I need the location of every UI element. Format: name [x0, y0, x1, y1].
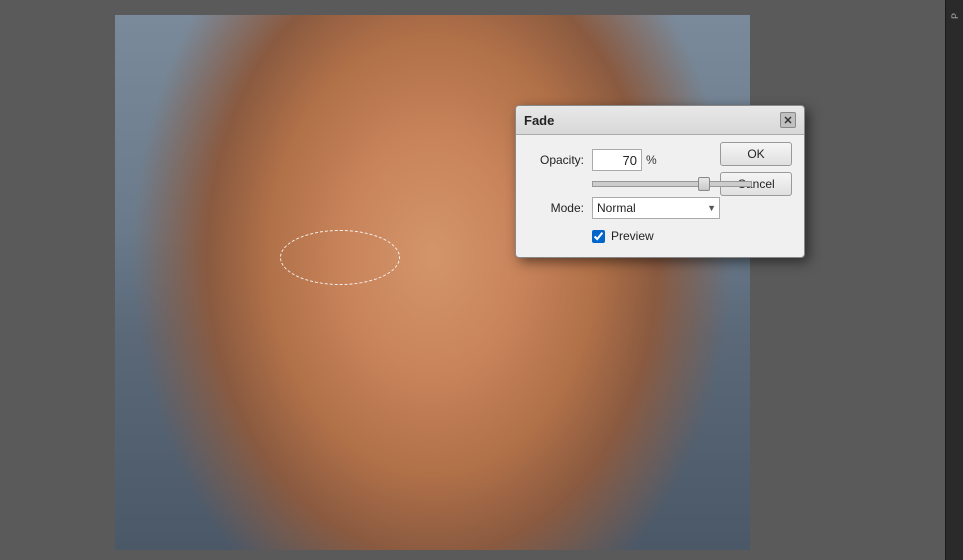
- dialog-title: Fade: [524, 113, 554, 128]
- preview-checkbox[interactable]: [592, 230, 605, 243]
- close-button[interactable]: ✕: [780, 112, 796, 128]
- photo-canvas: [115, 15, 750, 550]
- preview-row: Preview: [532, 229, 788, 243]
- slider-row: [532, 181, 788, 187]
- selection-marquee: [280, 230, 400, 285]
- dialog-titlebar[interactable]: Fade ✕: [516, 106, 804, 135]
- mode-select-wrap: Normal Dissolve Multiply Screen Overlay …: [592, 197, 720, 219]
- face-image: [115, 15, 750, 550]
- canvas-area: [0, 0, 963, 560]
- percent-symbol: %: [646, 153, 657, 167]
- mode-label: Mode:: [532, 201, 584, 215]
- mode-row: Mode: Normal Dissolve Multiply Screen Ov…: [532, 197, 788, 219]
- mode-select[interactable]: Normal Dissolve Multiply Screen Overlay: [592, 197, 720, 219]
- dialog-body: OK Cancel Opacity: % Mode: Norma: [516, 135, 804, 257]
- opacity-slider-thumb[interactable]: [698, 177, 710, 191]
- opacity-slider-track[interactable]: [592, 181, 752, 187]
- panel-label: P: [950, 12, 960, 19]
- fade-dialog: Fade ✕ OK Cancel Opacity: %: [515, 105, 805, 258]
- opacity-label: Opacity:: [532, 153, 584, 167]
- opacity-input[interactable]: [592, 149, 642, 171]
- dialog-buttons: OK Cancel: [720, 142, 792, 196]
- preview-label: Preview: [611, 229, 654, 243]
- right-panel: P: [945, 0, 963, 560]
- ok-button[interactable]: OK: [720, 142, 792, 166]
